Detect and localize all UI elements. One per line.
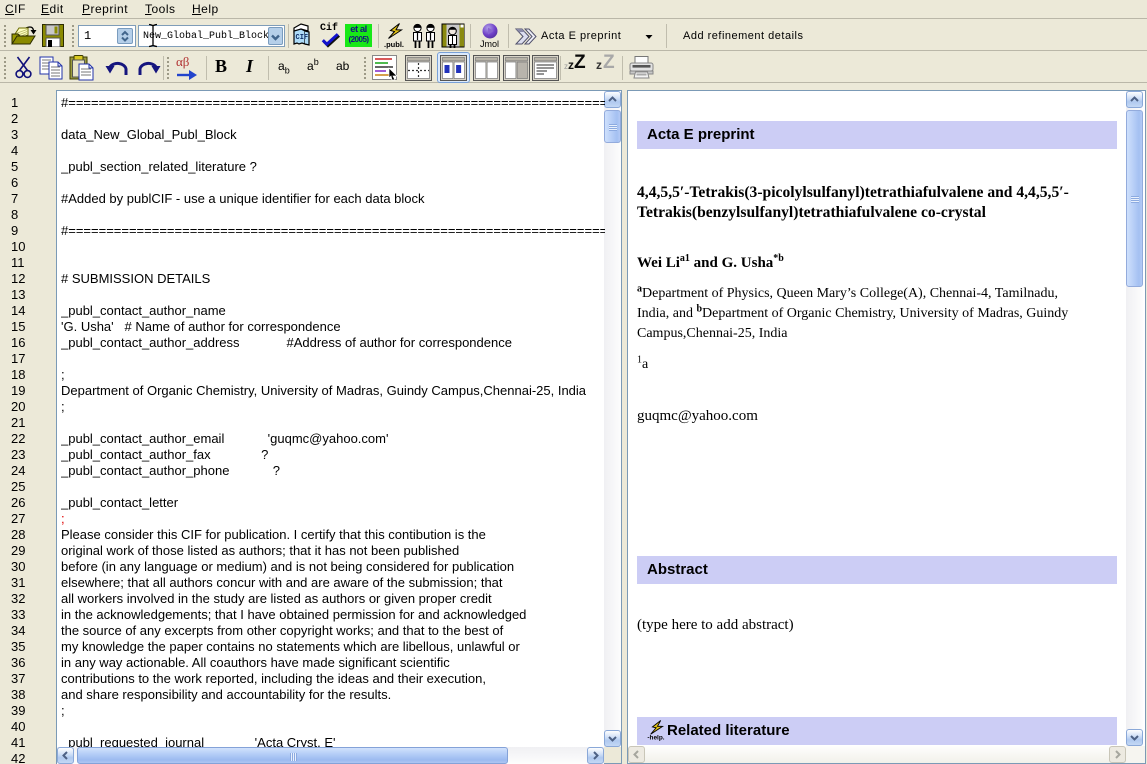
svg-text:CIF: CIF: [296, 34, 309, 42]
svg-text:-help.: -help.: [647, 734, 664, 741]
